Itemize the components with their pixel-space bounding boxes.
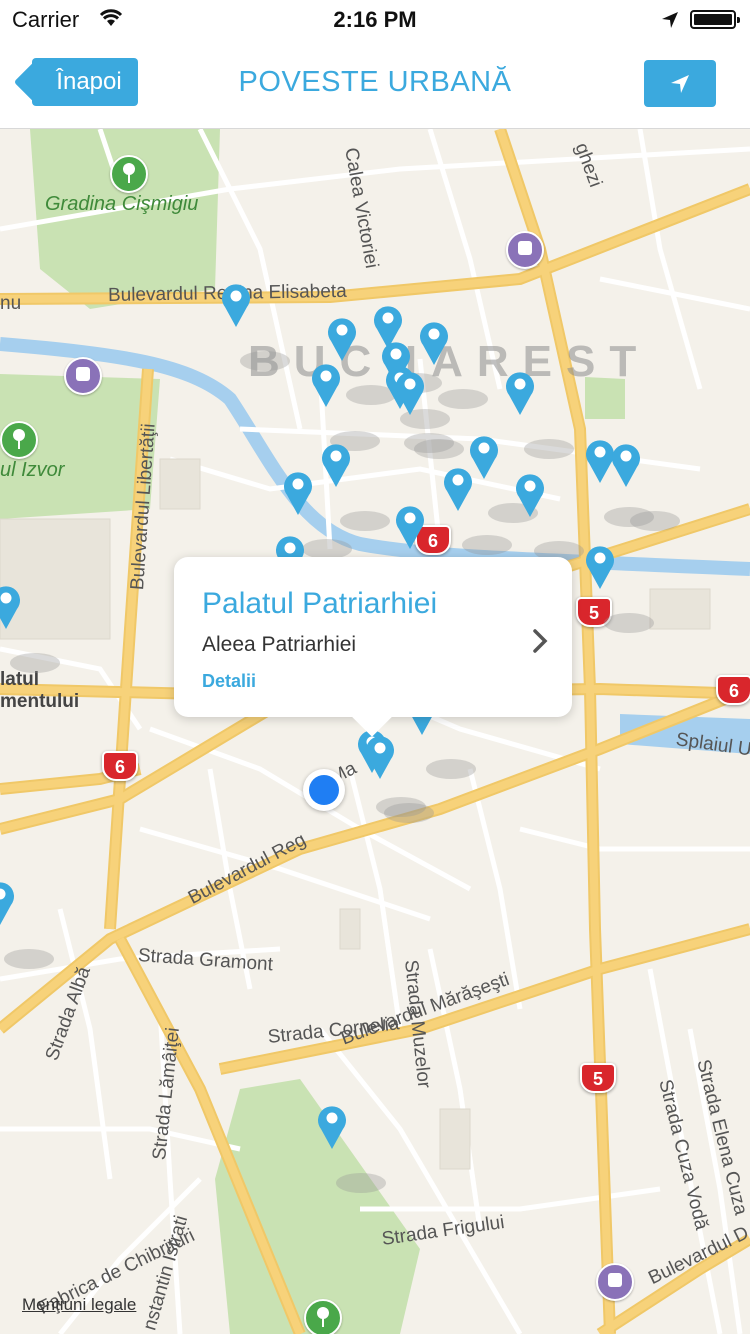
- locate-me-button[interactable]: [644, 60, 716, 107]
- map-view[interactable]: BUCHAREST Gradina Cişmigiu ul Izvor Bule…: [0, 129, 750, 1334]
- pin-shadow: [414, 439, 464, 459]
- annotation-callout[interactable]: Palatul Patriarhiei Aleea Patriarhiei De…: [174, 557, 572, 717]
- pin-shadow: [340, 511, 390, 531]
- train-station-icon: [64, 357, 102, 395]
- train-station-icon: [596, 1263, 634, 1301]
- map-pin-icon[interactable]: [514, 471, 546, 519]
- map-pin-icon[interactable]: [418, 319, 450, 367]
- poi-label-mentului: mentului: [0, 691, 80, 712]
- pin-shadow: [10, 653, 60, 673]
- legal-link[interactable]: Menţiuni legale: [22, 1295, 136, 1315]
- callout-details-link[interactable]: Detalii: [202, 671, 256, 692]
- map-pin-icon[interactable]: [0, 583, 22, 631]
- status-bar: Carrier 2:16 PM: [0, 0, 750, 40]
- map-pin-icon[interactable]: [282, 469, 314, 517]
- route-shield: 6: [102, 751, 138, 781]
- map-pin-icon[interactable]: [310, 361, 342, 409]
- pin-shadow: [438, 389, 488, 409]
- park-icon: [0, 421, 38, 459]
- pin-shadow: [240, 351, 290, 371]
- chevron-right-icon[interactable]: [530, 627, 550, 655]
- park-label-izvor: ul Izvor: [0, 459, 65, 481]
- park-label-cismigiu: Gradina Cişmigiu: [45, 193, 199, 215]
- pin-shadow: [604, 613, 654, 633]
- street-label-nu: nu: [0, 293, 22, 314]
- map-pin-icon[interactable]: [394, 503, 426, 551]
- pin-shadow: [462, 535, 512, 555]
- map-pin-icon[interactable]: [504, 369, 536, 417]
- map-pin-icon[interactable]: [316, 1103, 348, 1151]
- location-arrow-icon: [671, 75, 689, 93]
- map-pin-icon[interactable]: [220, 281, 252, 329]
- train-station-icon: [506, 231, 544, 269]
- map-pin-icon[interactable]: [0, 879, 16, 927]
- map-pin-icon[interactable]: [584, 543, 616, 591]
- pin-shadow: [336, 1173, 386, 1193]
- route-shield: 6: [716, 675, 750, 705]
- map-pin-icon[interactable]: [326, 315, 358, 363]
- pin-shadow: [630, 511, 680, 531]
- park-icon: [110, 155, 148, 193]
- battery-icon: [690, 10, 740, 29]
- status-time: 2:16 PM: [333, 7, 417, 32]
- route-shield: 5: [580, 1063, 616, 1093]
- map-pin-icon[interactable]: [394, 369, 426, 417]
- page-title: POVESTE URBANĂ: [238, 66, 512, 98]
- callout-subtitle: Aleea Patriarhiei: [202, 633, 357, 656]
- pin-shadow: [302, 539, 352, 559]
- map-pin-icon[interactable]: [610, 441, 642, 489]
- park-icon: [304, 1299, 342, 1334]
- map-pin-icon[interactable]: [364, 733, 396, 781]
- pin-shadow: [426, 759, 476, 779]
- pin-shadow: [4, 949, 54, 969]
- map-pin-icon[interactable]: [442, 465, 474, 513]
- pin-shadow: [524, 439, 574, 459]
- pin-shadow: [384, 803, 434, 823]
- navigation-bar: Înapoi POVESTE URBANĂ: [0, 40, 750, 129]
- location-services-icon: [662, 12, 678, 28]
- callout-title: Palatul Patriarhiei: [202, 587, 438, 620]
- map-pin-icon[interactable]: [320, 441, 352, 489]
- user-location-dot: [303, 769, 345, 811]
